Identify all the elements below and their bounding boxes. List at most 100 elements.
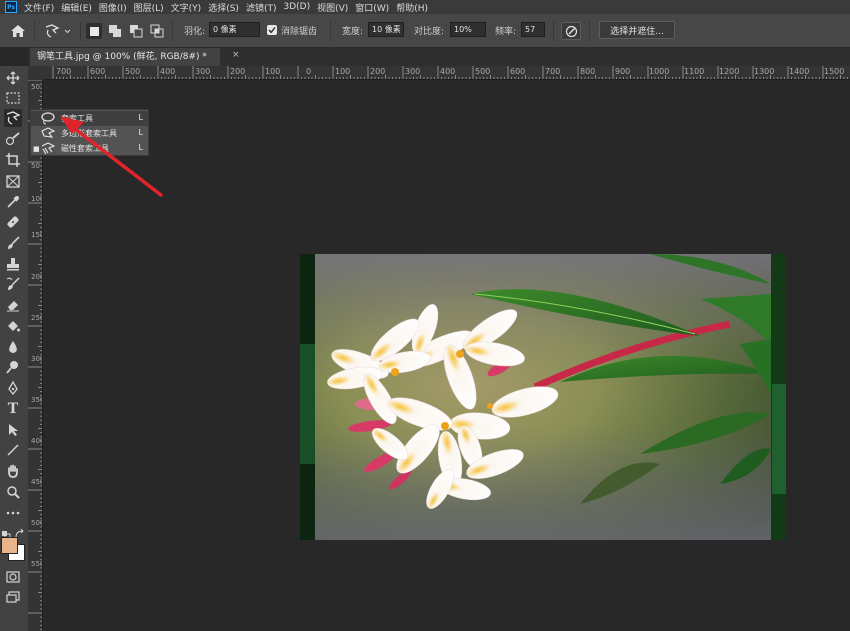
separator <box>172 21 173 41</box>
dodge-icon <box>6 361 18 374</box>
ruler-label: 900 <box>615 67 631 76</box>
dodge-tool[interactable] <box>4 358 22 376</box>
edit-toolbar-button[interactable] <box>4 504 22 522</box>
separator <box>553 21 554 41</box>
horizontal-ruler[interactable]: 700 600 500 400 300 200 100 0 100 200 30… <box>43 66 850 80</box>
frequency-input[interactable]: 57 <box>521 22 545 37</box>
menu-select[interactable]: 选择(S) <box>207 1 245 14</box>
ruler-label: 600 <box>90 67 106 76</box>
home-button[interactable] <box>8 22 28 40</box>
default-colors-button[interactable] <box>2 524 12 540</box>
zoom-tool[interactable] <box>4 483 22 501</box>
ruler-label: 400 <box>31 437 42 445</box>
frame-tool[interactable] <box>4 172 22 190</box>
add-selection-icon <box>109 25 121 37</box>
line-tool[interactable] <box>4 441 22 459</box>
menu-help[interactable]: 帮助(H) <box>395 1 434 14</box>
vertical-ruler[interactable]: 50 0 50 100 150 200 250 300 350 400 450 … <box>28 80 43 631</box>
blur-tool[interactable] <box>4 338 22 356</box>
blur-icon <box>9 341 17 353</box>
ruler-label: 1300 <box>754 67 775 76</box>
menu-layer[interactable]: 图层(L) <box>133 1 170 14</box>
flyout-item-magnetic-lasso[interactable]: ■ 磁性套索工具 L <box>31 141 148 156</box>
new-selection-button[interactable] <box>86 23 102 39</box>
feather-input[interactable]: 0 像素 <box>209 22 260 37</box>
new-selection-icon <box>89 26 99 36</box>
ruler-label: 250 <box>31 314 42 322</box>
clone-stamp-tool[interactable] <box>4 255 22 273</box>
contrast-input[interactable]: 10% <box>450 22 486 37</box>
ruler-label: 1500 <box>824 67 845 76</box>
frangipani-image <box>300 254 786 540</box>
pen-tool[interactable] <box>4 379 22 397</box>
polygonal-lasso-icon <box>41 127 55 138</box>
stamp-icon <box>7 258 19 271</box>
paint-bucket-tool[interactable] <box>4 317 22 335</box>
swap-colors-button[interactable] <box>15 523 25 538</box>
width-label: 宽度: <box>342 27 364 37</box>
quick-select-icon <box>5 132 20 146</box>
ruler-origin[interactable] <box>28 66 43 80</box>
menu-view[interactable]: 视图(V) <box>316 1 354 14</box>
close-tab-icon[interactable]: × <box>232 50 240 60</box>
intersect-selection-button[interactable] <box>149 23 165 39</box>
document-tab-bar: 钢笔工具.jpg @ 100% (鲜花, RGB/8#) * × <box>28 48 850 66</box>
stylus-pressure-icon <box>565 25 577 37</box>
tools-panel: T <box>0 66 28 631</box>
hand-tool[interactable] <box>4 462 22 480</box>
eraser-tool[interactable] <box>4 296 22 314</box>
crop-icon <box>6 153 20 167</box>
select-and-mask-button[interactable]: 选择并遮住... <box>599 21 675 39</box>
add-selection-button[interactable] <box>107 23 123 39</box>
move-tool[interactable] <box>4 69 22 87</box>
ruler-label: 400 <box>440 67 456 76</box>
flower-photo[interactable] <box>300 254 786 540</box>
tool-preset-picker[interactable] <box>42 22 72 40</box>
frame-icon <box>6 174 20 188</box>
eyedropper-icon <box>7 196 19 208</box>
healing-brush-tool[interactable] <box>4 213 22 231</box>
flyout-item-polygonal-lasso[interactable]: 多边形套索工具 L <box>31 126 148 141</box>
ruler-label: 500 <box>125 67 141 76</box>
eyedropper-tool[interactable] <box>4 193 22 211</box>
flyout-item-lasso[interactable]: 套索工具 L <box>31 111 148 126</box>
brush-icon <box>8 236 20 249</box>
ruler-label: 0 <box>306 67 312 76</box>
shortcut-key: L <box>138 143 143 152</box>
document-tab[interactable]: 钢笔工具.jpg @ 100% (鲜花, RGB/8#) * <box>30 48 220 66</box>
brush-tool[interactable] <box>4 234 22 252</box>
marquee-tool[interactable] <box>4 89 22 107</box>
antialias-label: 消除锯齿 <box>281 27 318 37</box>
ruler-label: 700 <box>545 67 561 76</box>
antialias-checkbox[interactable] <box>267 25 277 35</box>
menu-type[interactable]: 文字(Y) <box>170 1 208 14</box>
width-input[interactable]: 10 像素 <box>368 22 404 37</box>
quick-mask-button[interactable] <box>4 568 22 586</box>
lasso-tool[interactable] <box>4 109 22 127</box>
ruler-label: 200 <box>230 67 246 76</box>
home-icon <box>11 25 25 37</box>
stylus-pressure-button[interactable] <box>561 22 581 40</box>
menu-bar: Ps 文件(F) 编辑(E) 图像(I) 图层(L) 文字(Y) 选择(S) 滤… <box>0 0 850 14</box>
ruler-label: 1000 <box>649 67 670 76</box>
photoshop-logo[interactable]: Ps <box>5 1 17 13</box>
menu-file[interactable]: 文件(F) <box>23 1 60 14</box>
flyout-item-label: 多边形套索工具 <box>61 129 117 138</box>
menu-edit[interactable]: 编辑(E) <box>60 1 98 14</box>
history-brush-tool[interactable] <box>4 275 22 293</box>
menu-filter[interactable]: 滤镜(T) <box>245 1 283 14</box>
type-tool[interactable]: T <box>4 400 22 418</box>
ruler-label: 700 <box>56 67 72 76</box>
foreground-color-swatch[interactable] <box>1 537 18 554</box>
quick-select-tool[interactable] <box>4 130 22 148</box>
crop-tool[interactable] <box>4 151 22 169</box>
checkmark-icon <box>268 27 276 34</box>
menu-3d[interactable]: 3D(D) <box>282 2 316 12</box>
paint-bucket-icon <box>8 321 20 332</box>
path-selection-tool[interactable] <box>4 421 22 439</box>
menu-image[interactable]: 图像(I) <box>98 1 133 14</box>
subtract-selection-button[interactable] <box>128 23 144 39</box>
ruler-label: 300 <box>31 355 42 363</box>
menu-window[interactable]: 窗口(W) <box>354 1 395 14</box>
screen-mode-button[interactable] <box>4 588 22 606</box>
